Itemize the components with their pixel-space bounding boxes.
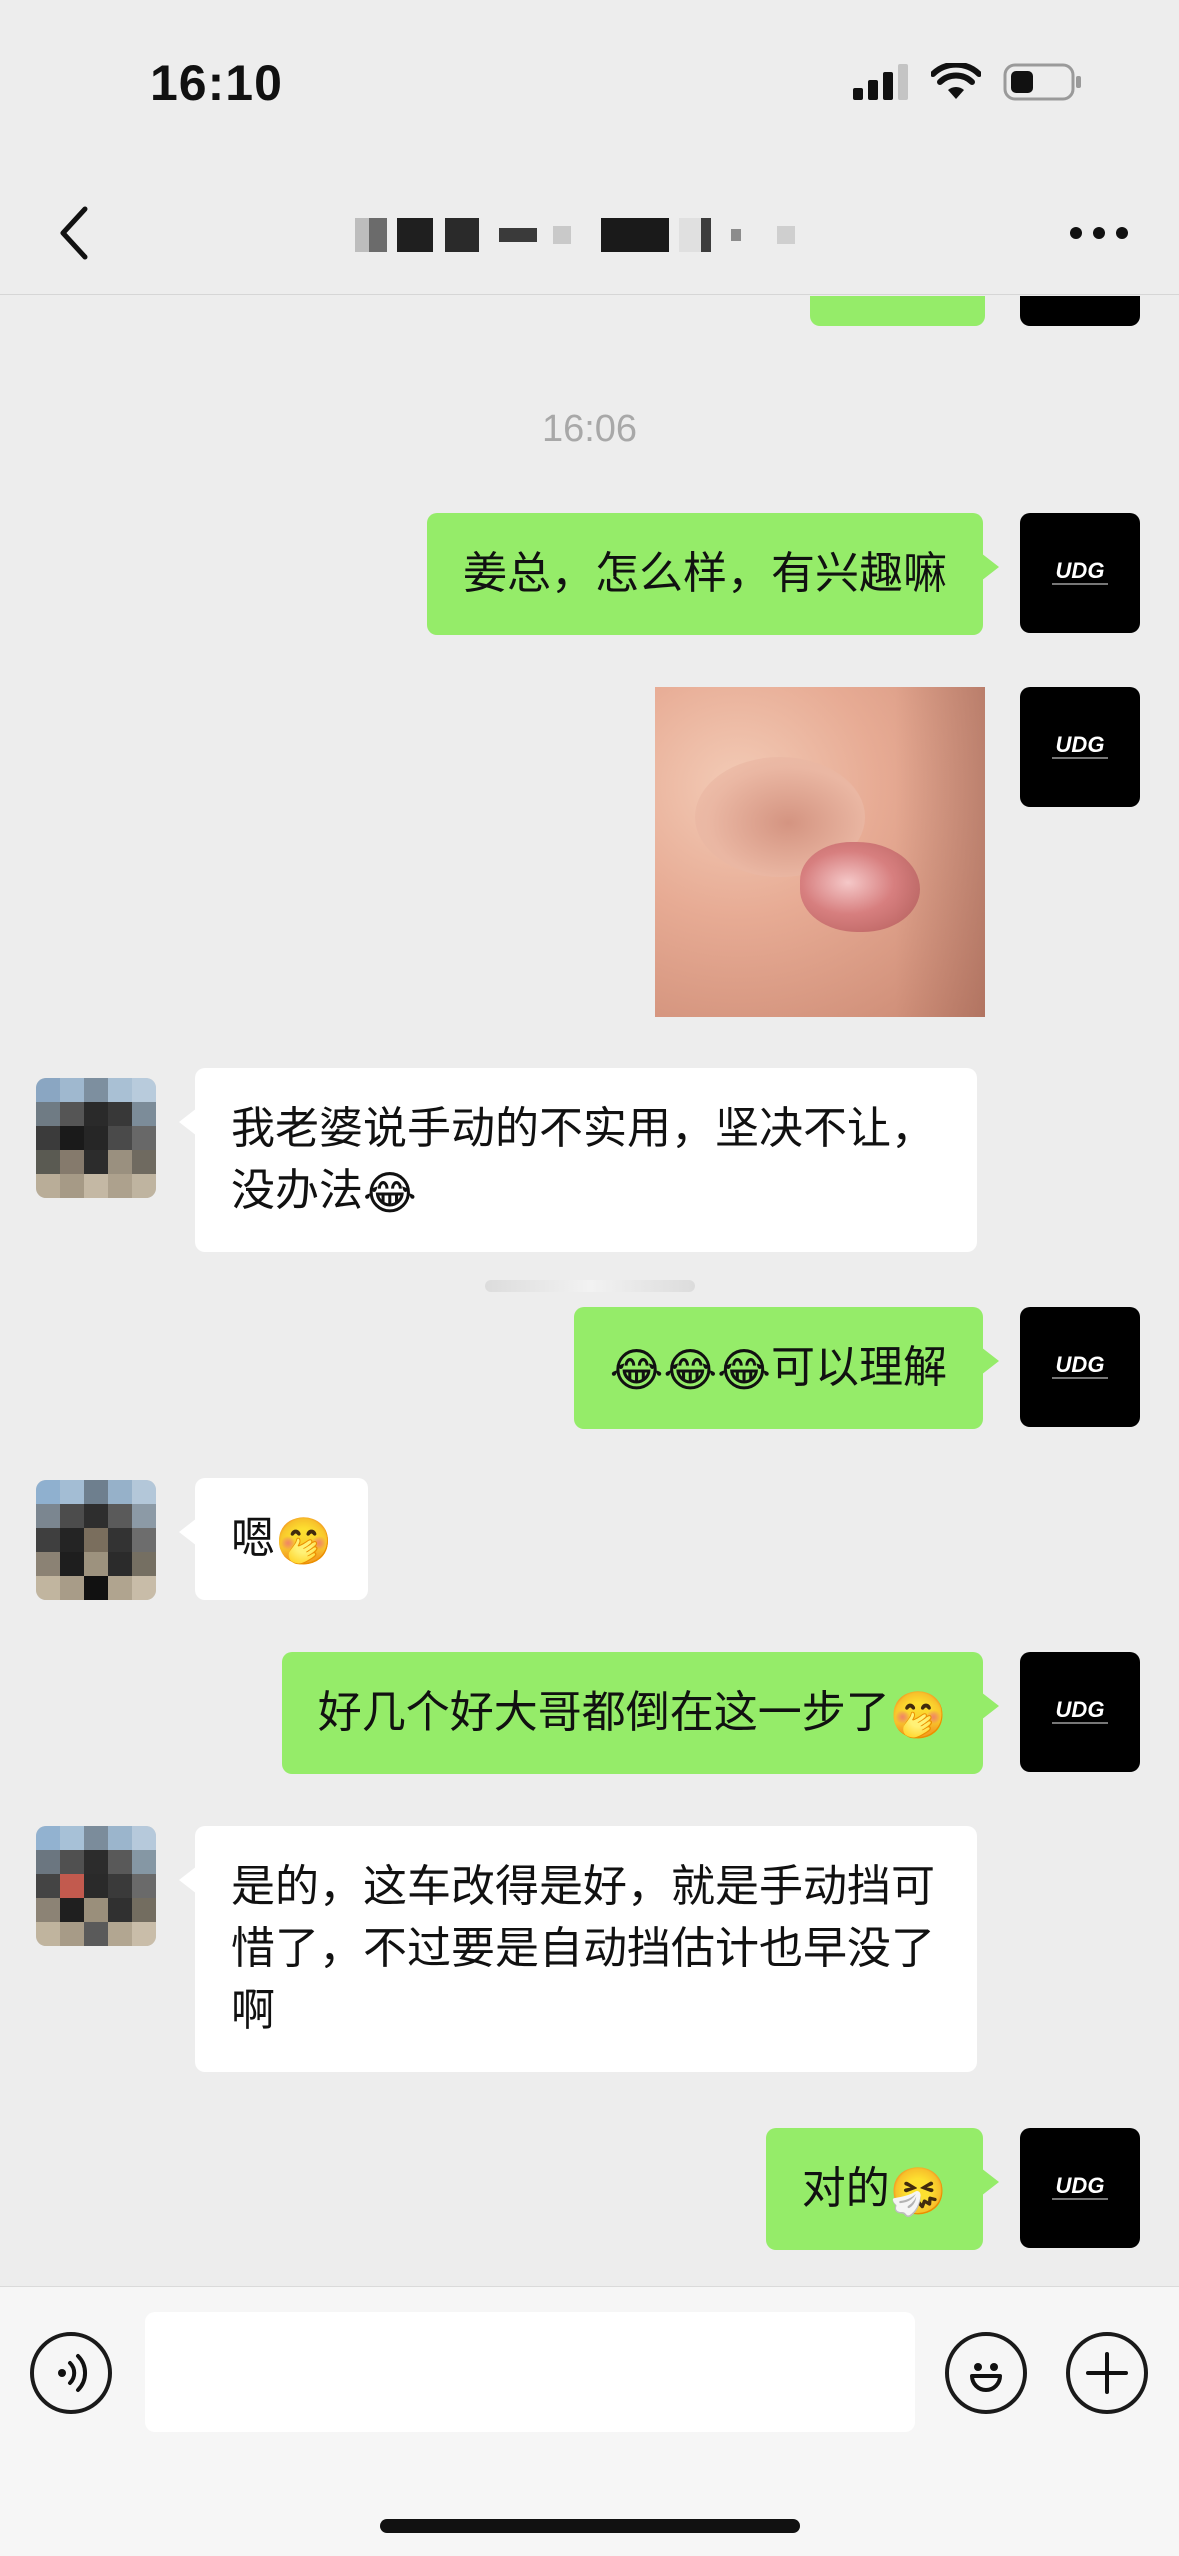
signal-icon [853, 64, 908, 100]
message-bubble-out[interactable]: 😂😂😂可以理解 [573, 1307, 1000, 1429]
message-bubble-in[interactable]: 我老婆说手动的不实用，坚决不让，没办法😂 [179, 1068, 977, 1252]
voice-icon [58, 2354, 88, 2392]
self-avatar[interactable]: UDG [1020, 1307, 1140, 1427]
self-avatar[interactable]: UDG [1020, 2128, 1140, 2248]
message-text: 嗯 [231, 1513, 275, 1564]
message-text: 可以理解 [771, 1342, 947, 1393]
voice-button[interactable] [30, 2332, 112, 2414]
home-indicator[interactable] [380, 2519, 800, 2533]
message-bubble-in[interactable]: 嗯🤭 [178, 1478, 369, 1600]
status-bar: 16:10 [0, 0, 1179, 170]
message-text: 姜总，怎么样，有兴趣嘛 [463, 548, 947, 599]
self-avatar[interactable]: UDG [1020, 513, 1140, 633]
sticker-image[interactable] [655, 687, 985, 1017]
message-input[interactable] [145, 2312, 915, 2432]
redacted-mosaic [355, 210, 835, 260]
svg-text:UDG: UDG [1056, 732, 1105, 757]
udg-logo: UDG [1052, 1697, 1108, 1724]
battery-icon [1003, 63, 1081, 101]
wifi-icon [931, 63, 981, 99]
emoji-button[interactable] [945, 2332, 1027, 2414]
message-text: 对的 [801, 2163, 890, 2214]
svg-text:UDG: UDG [1056, 2173, 1105, 2198]
sneezing-face-emoji: 🤧 [889, 2164, 947, 2218]
more-button[interactable] [1059, 208, 1139, 258]
chat-title-redacted [355, 210, 835, 260]
udg-logo: UDG [1052, 558, 1108, 585]
udg-logo: UDG [1052, 2173, 1108, 2200]
udg-logo: UDG [1052, 732, 1108, 759]
svg-text:UDG: UDG [1056, 1697, 1105, 1722]
self-avatar[interactable]: UDG [1020, 1652, 1140, 1772]
more-functions-button[interactable] [1066, 2332, 1148, 2414]
contact-avatar[interactable] [36, 1480, 156, 1600]
contact-avatar[interactable] [36, 1826, 156, 1946]
laughing-tears-emoji: 😂 [363, 1166, 417, 1220]
message-text: 我老婆说手动的不实用，坚决不让，没办法 [231, 1103, 935, 1216]
plus-icon [1086, 2352, 1128, 2394]
chevron-left-icon [60, 206, 88, 260]
message-bubble-in[interactable]: 是的，这车改得是好，就是手动挡可惜了，不过要是自动挡估计也早没了啊 [179, 1826, 977, 2072]
status-time: 16:10 [150, 55, 283, 111]
svg-text:UDG: UDG [1056, 1352, 1105, 1377]
more-dots-icon [1070, 227, 1128, 239]
face-palm-emoji: 🤭 [889, 1688, 947, 1742]
message-timestamp: 16:06 [541, 408, 638, 450]
nav-bar [0, 170, 1179, 295]
svg-text:UDG: UDG [1056, 558, 1105, 583]
message-bubble-out[interactable]: 对的🤧 [765, 2128, 1000, 2250]
emoji-icon [970, 2363, 1002, 2392]
udg-logo: UDG [1052, 1352, 1108, 1379]
message-text: 是的，这车改得是好，就是手动挡可惜了，不过要是自动挡估计也早没了啊 [231, 1861, 935, 2036]
message-text: 好几个好大哥都倒在这一步了 [317, 1687, 890, 1738]
face-palm-emoji: 🤭 [275, 1514, 333, 1568]
previous-message-bubble[interactable] [810, 296, 985, 326]
message-bubble-out[interactable]: 好几个好大哥都倒在这一步了🤭 [281, 1652, 1000, 1774]
back-button[interactable] [40, 198, 110, 268]
input-bar [0, 2286, 1179, 2556]
redacted-line [485, 1280, 695, 1292]
laughing-tears-emoji: 😂😂😂 [609, 1343, 771, 1397]
previous-self-avatar[interactable] [1020, 296, 1140, 326]
chat-area[interactable]: 16:06 姜总，怎么样，有兴趣嘛 UDG UDG 我老婆说手动的不实用，坚决不… [0, 296, 1179, 2286]
contact-avatar[interactable] [36, 1078, 156, 1198]
self-avatar[interactable]: UDG [1020, 687, 1140, 807]
message-bubble-out[interactable]: 姜总，怎么样，有兴趣嘛 [427, 513, 999, 635]
status-icons [853, 62, 1083, 102]
